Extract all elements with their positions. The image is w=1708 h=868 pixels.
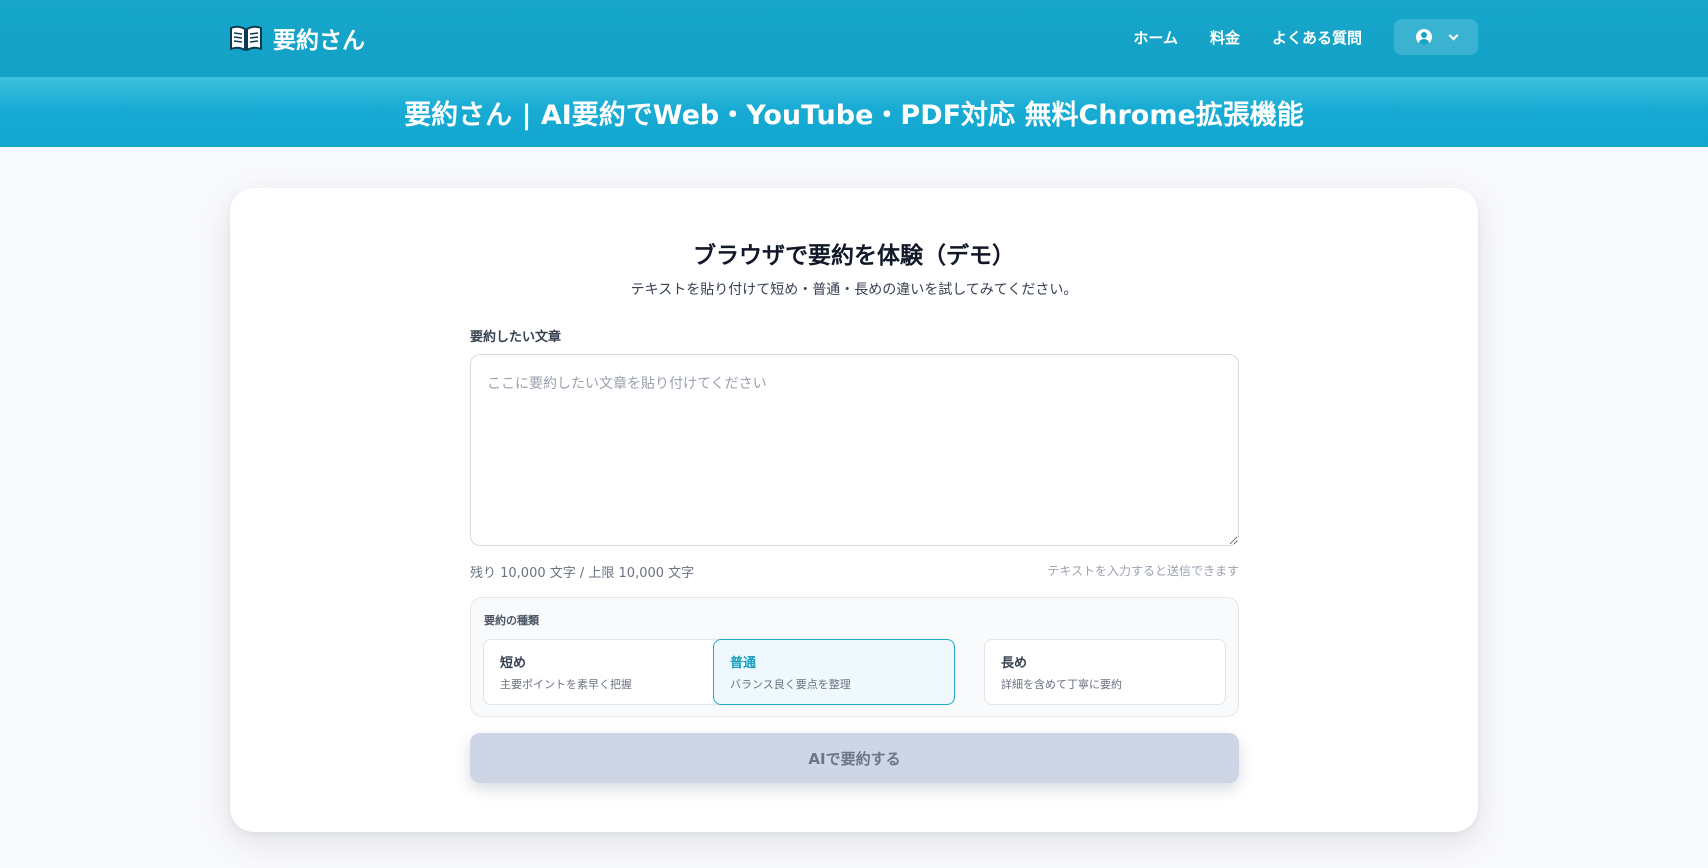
option-short[interactable]: 短め 主要ポイントを素早く把握 [483, 639, 725, 705]
option-description: 主要ポイントを素早く把握 [500, 678, 632, 691]
option-title: 普通 [730, 656, 757, 671]
nav-home-link[interactable]: ホーム [1133, 27, 1178, 48]
input-label: 要約したい文章 [470, 330, 562, 345]
option-title: 短め [500, 656, 527, 671]
demo-card: ブラウザで要約を体験（デモ） テキストを貼り付けて短め・普通・長めの違いを試して… [230, 188, 1478, 832]
demo-title: ブラウザで要約を体験（デモ） [693, 243, 1015, 269]
summarize-button[interactable]: AIで要約する [470, 733, 1239, 783]
page-title: 要約さん | AI要約でWeb・YouTube・PDF対応 無料Chrome拡張… [404, 99, 1304, 131]
nav-faq-link[interactable]: よくある質問 [1272, 27, 1362, 48]
summary-type-group: 要約の種類 短め 主要ポイントを素早く把握 普通 バランス良く要点を整理 長め … [470, 597, 1239, 717]
brand-logo-link[interactable]: 要約さん [229, 20, 365, 56]
option-description: バランス良く要点を整理 [730, 678, 851, 691]
submit-hint: テキストを入力すると送信できます [1047, 564, 1239, 578]
nav-pricing-link[interactable]: 料金 [1210, 27, 1240, 48]
top-navbar: 要約さん ホーム 料金 よくある質問 [0, 0, 1708, 77]
user-menu-button[interactable] [1394, 19, 1478, 55]
option-normal[interactable]: 普通 バランス良く要点を整理 [713, 639, 955, 705]
demo-subtitle: テキストを貼り付けて短め・普通・長めの違いを試してみてください。 [630, 282, 1078, 298]
summary-text-input[interactable] [470, 354, 1239, 546]
brand-name: 要約さん [273, 28, 365, 54]
chevron-down-icon [1448, 30, 1458, 40]
option-title: 長め [1001, 656, 1028, 671]
main-nav: ホーム 料金 よくある質問 [1133, 19, 1478, 55]
summary-type-label: 要約の種類 [484, 614, 539, 627]
option-long[interactable]: 長め 詳細を含めて丁寧に要約 [984, 639, 1226, 705]
option-description: 詳細を含めて丁寧に要約 [1001, 678, 1122, 691]
open-book-icon [230, 25, 262, 51]
user-circle-icon [1415, 29, 1432, 45]
character-count: 残り 10,000 文字 / 上限 10,000 文字 [470, 566, 695, 581]
title-banner: 要約さん | AI要約でWeb・YouTube・PDF対応 無料Chrome拡張… [0, 77, 1708, 147]
